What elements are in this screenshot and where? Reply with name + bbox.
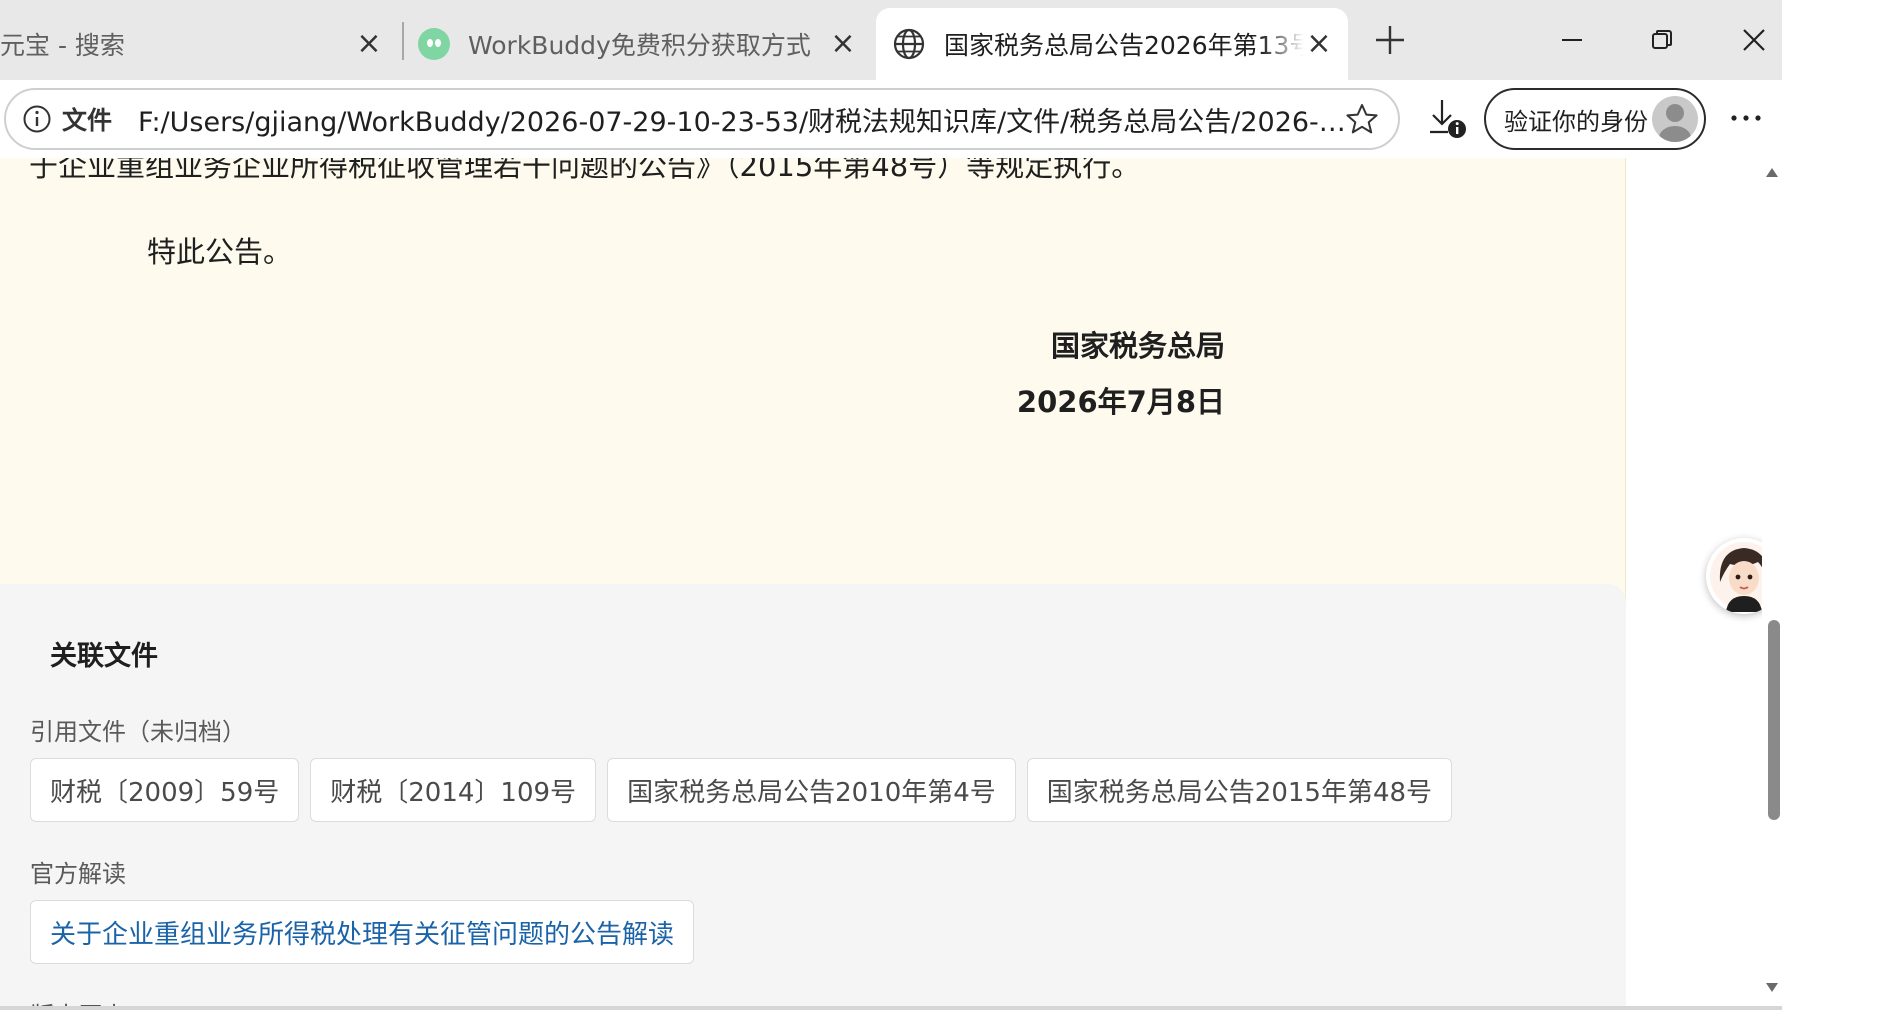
address-bar[interactable]: 文件 F:/Users/gjiang/WorkBuddy/2026-07-29-…: [4, 88, 1400, 150]
cited-files-list: 财税〔2009〕59号 财税〔2014〕109号 国家税务总局公告2010年第4…: [30, 758, 1453, 822]
cited-file-chip[interactable]: 国家税务总局公告2010年第4号: [607, 758, 1016, 822]
official-interpretation-label: 官方解读: [30, 860, 126, 888]
tab-strip: 元宝 - 搜索 × WorkBuddy免费积分获取方式 × 国家税务总局公告20…: [0, 0, 1782, 80]
tab-yuanbao-search[interactable]: 元宝 - 搜索 ×: [0, 8, 398, 80]
minimize-icon: [1562, 39, 1582, 41]
info-icon[interactable]: [22, 104, 52, 134]
tab-tax-announcement[interactable]: 国家税务总局公告2026年第13号 关 ×: [876, 8, 1348, 80]
scroll-up-arrow-icon[interactable]: [1765, 166, 1779, 180]
globe-icon: [893, 28, 925, 60]
profile-avatar-icon: [1652, 96, 1698, 142]
browser-toolbar: 文件 F:/Users/gjiang/WorkBuddy/2026-07-29-…: [0, 80, 1782, 158]
tab-label: 国家税务总局公告2026年第13号 关: [944, 31, 1304, 60]
new-tab-icon[interactable]: [1370, 20, 1410, 60]
file-scheme-chip[interactable]: 文件: [62, 101, 112, 137]
close-window-button[interactable]: [1726, 14, 1782, 66]
restore-button[interactable]: [1634, 14, 1690, 66]
tab-close-icon[interactable]: ×: [828, 26, 858, 61]
related-files-title: 关联文件: [50, 641, 158, 672]
document-paragraph: 于企业重组业务企业所得税征收管理若干问题的公告》（2015年第48号）等规定执行…: [29, 158, 1141, 183]
downloads-icon[interactable]: [1424, 96, 1470, 142]
tab-close-icon[interactable]: ×: [1304, 26, 1334, 61]
tab-separator: [402, 22, 404, 60]
close-icon: [1743, 29, 1765, 51]
vertical-scrollbar[interactable]: [1762, 158, 1782, 1010]
page-viewport: 于企业重组业务企业所得税征收管理若干问题的公告》（2015年第48号）等规定执行…: [0, 158, 1782, 1010]
minimize-button[interactable]: [1544, 14, 1600, 66]
more-options-icon[interactable]: [1726, 98, 1766, 138]
cited-file-chip[interactable]: 财税〔2014〕109号: [310, 758, 597, 822]
cited-file-chip[interactable]: 国家税务总局公告2015年第48号: [1026, 758, 1453, 822]
tab-label: WorkBuddy免费积分获取方式: [468, 31, 811, 60]
interpretation-link[interactable]: 关于企业重组业务所得税处理有关征管问题的公告解读: [30, 900, 695, 964]
document-closing: 特此公告。: [147, 235, 293, 269]
cited-file-chip[interactable]: 财税〔2009〕59号: [30, 758, 300, 822]
url-text[interactable]: F:/Users/gjiang/WorkBuddy/2026-07-29-10-…: [138, 100, 1358, 139]
window-bottom-edge: [0, 1006, 1782, 1010]
scroll-down-arrow-icon[interactable]: [1765, 980, 1779, 994]
profile-button[interactable]: 验证你的身份: [1484, 88, 1706, 150]
favorite-star-icon[interactable]: [1344, 102, 1380, 138]
profile-label: 验证你的身份: [1504, 107, 1648, 136]
workbuddy-favicon-icon: [418, 28, 450, 60]
restore-icon: [1652, 30, 1672, 49]
signature-organization: 国家税务总局: [1050, 329, 1225, 363]
signature-date: 2026年7月8日: [1016, 385, 1225, 419]
tab-close-icon[interactable]: ×: [354, 26, 384, 61]
tab-workbuddy[interactable]: WorkBuddy免费积分获取方式 ×: [406, 8, 872, 80]
tab-label: 元宝 - 搜索: [0, 31, 125, 60]
cited-files-label: 引用文件（未归档）: [30, 718, 246, 746]
scrollbar-thumb[interactable]: [1768, 620, 1780, 820]
desktop-margin: [1782, 0, 1902, 1010]
